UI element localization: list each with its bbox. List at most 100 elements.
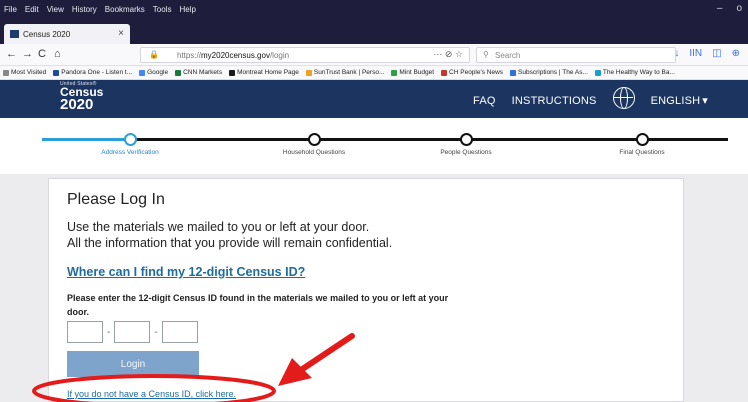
step-node-people bbox=[460, 133, 473, 146]
bookmark-item[interactable]: Pandora One - Listen t... bbox=[53, 69, 132, 76]
site-header: United States® Census 2020 FAQ INSTRUCTI… bbox=[0, 80, 748, 118]
bookmark-label: Google bbox=[147, 69, 169, 76]
bookmark-favicon-icon bbox=[139, 69, 146, 76]
menu-list: File Edit View History Bookmarks Tools H… bbox=[4, 5, 196, 14]
page-actions-icon[interactable]: ··· ⊘ ☆ bbox=[433, 49, 463, 60]
bookmark-list: Most Visited Pandora One - Listen t... Goo… bbox=[3, 69, 675, 76]
bookmark-item[interactable]: CH People's News bbox=[441, 69, 503, 76]
step-label-final: Final Questions bbox=[619, 149, 665, 156]
bookmark-item[interactable]: Google bbox=[139, 69, 168, 76]
progress-stepper: Address Verification Household Questions… bbox=[0, 118, 748, 174]
forward-icon[interactable]: → bbox=[22, 48, 33, 60]
url-text: https://my2020census.gov/login bbox=[177, 51, 290, 60]
url-bar[interactable]: 🔒 https://my2020census.gov/login ··· ⊘ ☆ bbox=[140, 47, 470, 63]
minimize-icon[interactable]: – bbox=[717, 3, 723, 14]
census-id-help-link[interactable]: Where can I find my 12-digit Census ID? bbox=[67, 265, 305, 279]
bookmark-item[interactable]: SunTrust Bank | Perso... bbox=[305, 69, 385, 76]
tab-close-icon[interactable]: × bbox=[118, 28, 124, 39]
census-id-instruction: Please enter the 12-digit Census ID foun… bbox=[67, 293, 449, 317]
bookmark-label: Mint Budget bbox=[399, 69, 435, 76]
no-census-id-link[interactable]: If you do not have a Census ID, click he… bbox=[67, 389, 236, 399]
census-id-input-1[interactable] bbox=[67, 321, 103, 343]
page-title: Please Log In bbox=[67, 191, 165, 208]
bookmark-favicon-icon bbox=[510, 69, 517, 76]
intro-text: Use the materials we mailed to you or le… bbox=[67, 219, 392, 251]
header-nav: FAQ INSTRUCTIONS ENGLISH ▾ bbox=[473, 87, 708, 109]
tab-strip: Census 2020 × + bbox=[0, 22, 748, 59]
bookmark-favicon-icon bbox=[3, 69, 9, 76]
census-favicon-icon bbox=[10, 30, 19, 38]
chevron-down-icon: ▾ bbox=[702, 95, 708, 107]
search-placeholder: Search bbox=[495, 51, 521, 60]
bookmark-label: Pandora One - Listen t... bbox=[61, 69, 133, 76]
home-icon[interactable]: ⌂ bbox=[54, 48, 61, 60]
bookmark-favicon-icon bbox=[175, 69, 182, 76]
language-label: ENGLISH bbox=[650, 94, 701, 107]
tab-title: Census 2020 bbox=[23, 30, 71, 39]
bookmark-label: CH People's News bbox=[449, 69, 504, 76]
bookmark-item[interactable]: Mint Budget bbox=[391, 69, 434, 76]
back-icon[interactable]: ← bbox=[6, 48, 17, 60]
bookmark-favicon-icon bbox=[305, 69, 312, 76]
bookmark-label: Montreat Home Page bbox=[237, 69, 299, 76]
toolbar-icons: ↓ IIN ◫ ⊕ bbox=[674, 48, 740, 59]
bookmark-favicon-icon bbox=[53, 69, 60, 76]
instructions-link[interactable]: INSTRUCTIONS bbox=[512, 95, 597, 107]
census-id-input-3[interactable] bbox=[161, 321, 198, 343]
faq-link[interactable]: FAQ bbox=[473, 95, 496, 107]
globe-icon[interactable] bbox=[612, 87, 635, 109]
login-button[interactable]: Login bbox=[67, 351, 199, 377]
language-selector[interactable]: ENGLISH ▾ bbox=[650, 94, 708, 108]
menu-bookmarks[interactable]: Bookmarks bbox=[105, 5, 145, 14]
login-card: Please Log In Use the materials we maile… bbox=[48, 178, 684, 402]
lock-icon: 🔒 bbox=[149, 50, 159, 59]
intro-line-2: All the information that you provide wil… bbox=[67, 236, 393, 250]
navigation-toolbar: ← → C ⌂ 🔒 https://my2020census.gov/login… bbox=[0, 44, 748, 66]
browser-menubar: File Edit View History Bookmarks Tools H… bbox=[0, 0, 748, 22]
window-controls: – o bbox=[717, 3, 742, 14]
step-label-household: Household Questions bbox=[282, 149, 346, 156]
step-label-address: Address Verification bbox=[101, 149, 159, 156]
bookmark-label: Subscriptions | The As... bbox=[518, 69, 588, 76]
progress-track-complete bbox=[42, 138, 130, 141]
logo-year: 2020 bbox=[60, 96, 94, 113]
bookmarks-bar: Most Visited Pandora One - Listen t... Goo… bbox=[0, 66, 748, 80]
step-node-address bbox=[124, 133, 137, 146]
menu-view[interactable]: View bbox=[47, 5, 64, 14]
menu-help[interactable]: Help bbox=[179, 5, 195, 14]
bookmark-item[interactable]: Most Visited bbox=[3, 69, 46, 76]
library-icon[interactable]: IIN bbox=[689, 48, 702, 59]
extension-icon[interactable]: ⊕ bbox=[732, 48, 740, 59]
menu-history[interactable]: History bbox=[72, 5, 97, 14]
bookmark-item[interactable]: CNN Markets bbox=[175, 69, 222, 76]
reload-icon[interactable]: C bbox=[38, 48, 46, 60]
menu-tools[interactable]: Tools bbox=[153, 5, 172, 14]
restore-icon[interactable]: o bbox=[736, 3, 742, 14]
bookmark-label: Most Visited bbox=[11, 69, 47, 76]
search-bar[interactable]: ⚲ Search bbox=[476, 47, 676, 63]
step-node-final bbox=[636, 133, 649, 146]
search-icon: ⚲ bbox=[483, 50, 489, 59]
menu-edit[interactable]: Edit bbox=[25, 5, 39, 14]
bookmark-item[interactable]: Subscriptions | The As... bbox=[510, 69, 588, 76]
tab-census-2020[interactable]: Census 2020 × bbox=[4, 24, 130, 44]
step-node-household bbox=[308, 133, 321, 146]
bookmark-favicon-icon bbox=[441, 69, 448, 76]
census-logo[interactable]: United States® Census 2020 bbox=[60, 81, 103, 112]
bookmark-favicon-icon bbox=[391, 69, 398, 76]
bookmark-favicon-icon bbox=[229, 69, 236, 76]
bookmark-item[interactable]: Montreat Home Page bbox=[229, 69, 299, 76]
intro-line-1: Use the materials we mailed to you or le… bbox=[67, 220, 370, 234]
bookmark-label: SunTrust Bank | Perso... bbox=[313, 69, 385, 76]
bookmark-label: CNN Markets bbox=[183, 69, 223, 76]
sidebar-icon[interactable]: ◫ bbox=[712, 48, 721, 59]
bookmark-favicon-icon bbox=[594, 69, 601, 76]
census-id-input-2[interactable] bbox=[114, 321, 151, 343]
menu-file[interactable]: File bbox=[4, 5, 17, 14]
id-separator-1: - bbox=[107, 326, 111, 338]
bookmark-item[interactable]: The Healthy Way to Ba... bbox=[594, 69, 675, 76]
id-separator-2: - bbox=[154, 326, 158, 338]
step-label-people: People Questions bbox=[440, 149, 492, 156]
census-id-fields: - - bbox=[67, 321, 198, 343]
downloads-icon[interactable]: ↓ bbox=[674, 48, 679, 59]
